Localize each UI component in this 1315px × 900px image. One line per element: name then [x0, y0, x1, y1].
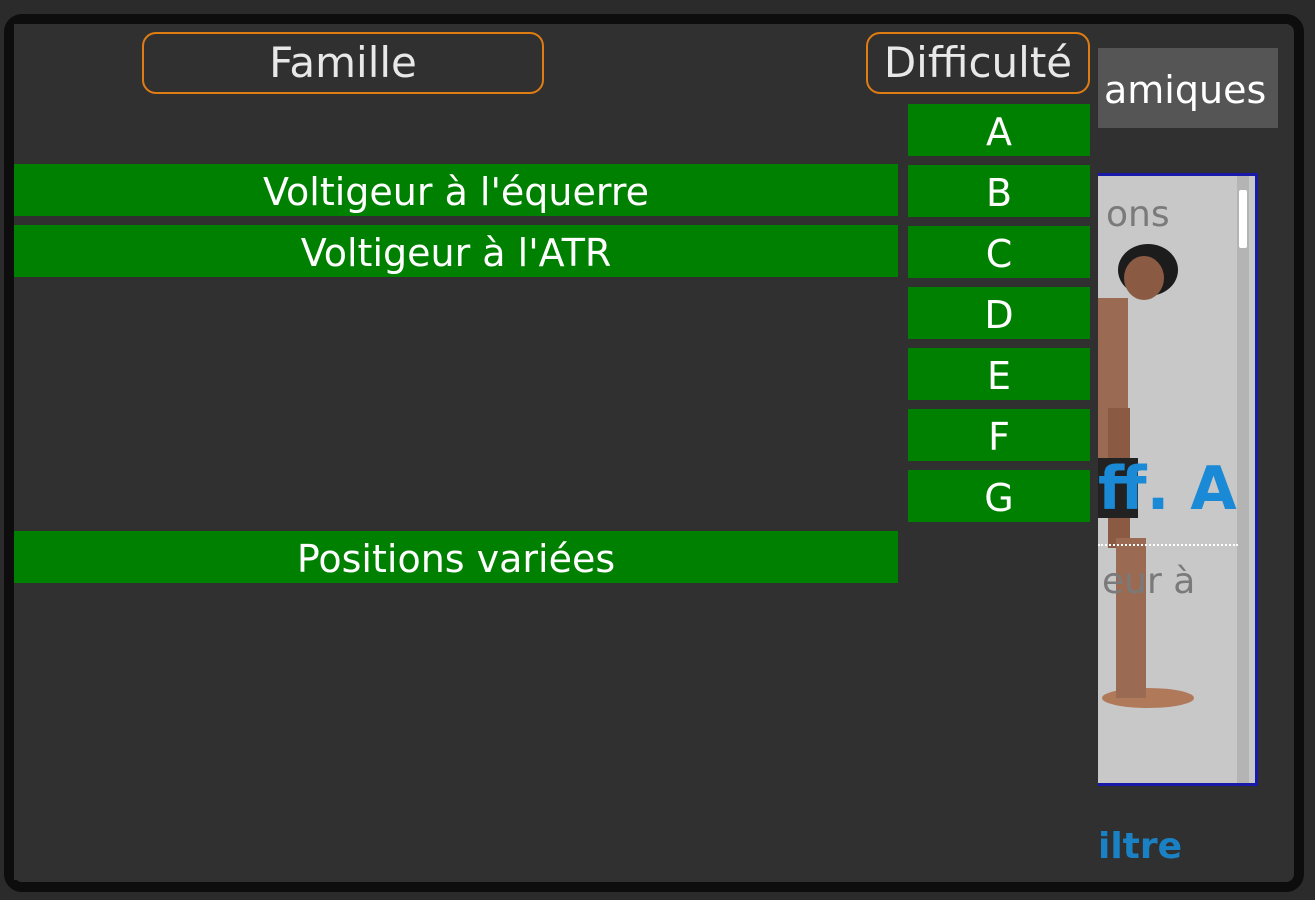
- card-divider: [1098, 544, 1238, 546]
- difficulte-header-button[interactable]: Difficulté: [866, 32, 1090, 94]
- difficulty-item-b[interactable]: B: [908, 165, 1090, 217]
- famille-item-3[interactable]: Positions variées: [14, 531, 898, 583]
- difficulty-item-f[interactable]: F: [908, 409, 1090, 461]
- famille-item-2[interactable]: Voltigeur à l'ATR: [14, 225, 898, 277]
- background-filter-link[interactable]: iltre: [1098, 826, 1208, 870]
- filter-popup: Famille Difficulté Voltigeur à l'équerre…: [14, 24, 1098, 880]
- background-tab-label: amiques: [1104, 68, 1267, 112]
- card-bottom-text: eur à: [1102, 561, 1196, 602]
- card-top-text: ons: [1106, 194, 1170, 235]
- famille-item-1[interactable]: Voltigeur à l'équerre: [14, 164, 898, 216]
- difficulty-item-g[interactable]: G: [908, 470, 1090, 522]
- difficulty-item-a[interactable]: A: [908, 104, 1090, 156]
- famille-header-button[interactable]: Famille: [142, 32, 544, 94]
- card-difficulty-text: ff. A: [1098, 454, 1237, 524]
- background-tab-dynamiques[interactable]: amiques: [1098, 48, 1278, 128]
- card-scrollbar-thumb[interactable]: [1239, 190, 1247, 248]
- difficulty-item-d[interactable]: D: [908, 287, 1090, 339]
- difficulty-item-c[interactable]: C: [908, 226, 1090, 278]
- background-figure-card[interactable]: ons ff. A eur à: [1098, 173, 1258, 786]
- card-scrollbar-track[interactable]: [1237, 176, 1249, 783]
- difficulty-item-e[interactable]: E: [908, 348, 1090, 400]
